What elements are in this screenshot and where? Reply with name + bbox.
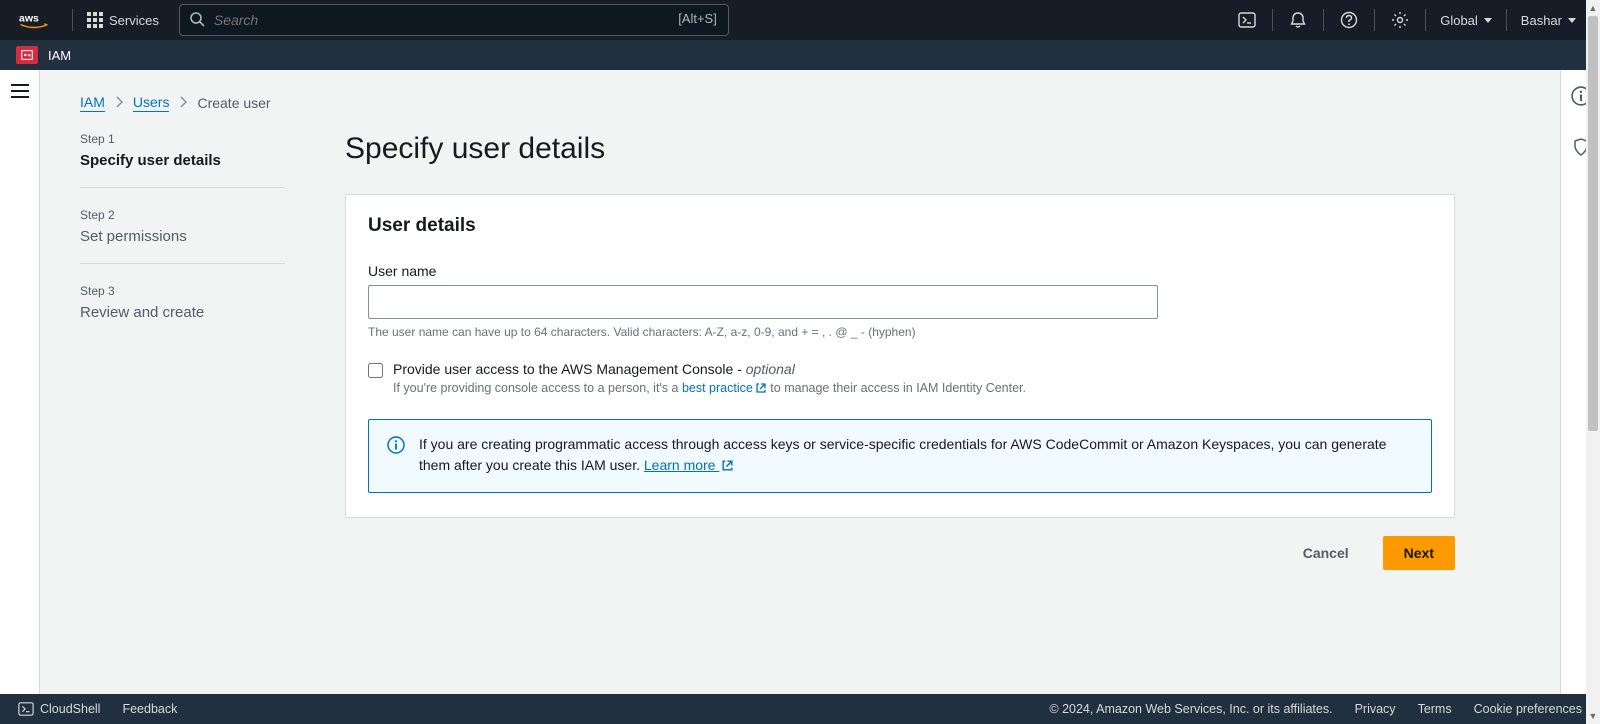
step-title: Review and create (80, 304, 285, 321)
scroll-down-icon[interactable]: ▼ (1586, 708, 1600, 724)
step-number: Step 2 (80, 208, 285, 222)
notifications-icon-button[interactable] (1277, 5, 1319, 35)
breadcrumb-iam[interactable]: IAM (80, 94, 105, 112)
nav-divider (1506, 9, 1507, 31)
wizard-step-3[interactable]: Step 3 Review and create (80, 264, 285, 340)
console-access-checkbox[interactable] (368, 363, 383, 378)
footer: CloudShell Feedback © 2024, Amazon Web S… (0, 694, 1600, 724)
settings-icon-button[interactable] (1379, 5, 1421, 35)
best-practice-link[interactable]: best practice (682, 381, 767, 395)
footer-terms[interactable]: Terms (1418, 702, 1452, 716)
username-input[interactable] (368, 285, 1158, 319)
next-button[interactable]: Next (1383, 536, 1455, 570)
cancel-button[interactable]: Cancel (1283, 536, 1369, 570)
nav-divider (1323, 9, 1324, 31)
main-content: IAM Users Create user Step 1 Specify use… (40, 70, 1560, 694)
step-title: Specify user details (80, 152, 285, 169)
service-name[interactable]: IAM (48, 48, 71, 63)
service-bar: IAM (0, 40, 1600, 70)
info-alert: If you are creating programmatic access … (368, 419, 1432, 493)
aws-logo[interactable]: aws (14, 11, 54, 29)
nav-divider (1374, 9, 1375, 31)
nav-divider (72, 9, 73, 31)
breadcrumb: IAM Users Create user (80, 94, 1520, 112)
wizard-actions: Cancel Next (345, 536, 1455, 570)
side-nav-toggle[interactable] (11, 84, 29, 98)
help-icon-button[interactable] (1328, 5, 1370, 35)
panel-title: User details (368, 215, 1432, 237)
console-access-label: Provide user access to the AWS Managemen… (393, 361, 1026, 377)
scroll-up-icon[interactable]: ▲ (1586, 0, 1600, 16)
svg-text:aws: aws (19, 13, 39, 25)
footer-cloudshell-label: CloudShell (40, 702, 100, 716)
step-number: Step 3 (80, 284, 285, 298)
services-label: Services (109, 13, 159, 28)
console-access-help: If you're providing console access to a … (393, 381, 1026, 397)
footer-feedback[interactable]: Feedback (122, 702, 177, 716)
footer-privacy[interactable]: Privacy (1355, 702, 1396, 716)
nav-divider (1425, 9, 1426, 31)
external-link-icon (721, 457, 734, 478)
caret-down-icon (1484, 18, 1492, 23)
wizard-step-2[interactable]: Step 2 Set permissions (80, 188, 285, 264)
scroll-thumb[interactable] (1588, 16, 1598, 431)
external-link-icon (755, 382, 767, 397)
breadcrumb-current: Create user (197, 95, 270, 111)
user-details-panel: User details User name The user name can… (345, 194, 1455, 518)
cloudshell-icon-button[interactable] (1226, 5, 1268, 35)
services-menu[interactable]: Services (77, 6, 169, 34)
side-nav-collapsed (0, 70, 40, 694)
search-wrapper: [Alt+S] (179, 4, 729, 36)
username-help: The user name can have up to 64 characte… (368, 325, 1432, 339)
search-input[interactable] (179, 4, 729, 36)
footer-copyright: © 2024, Amazon Web Services, Inc. or its… (1049, 702, 1332, 716)
username-label: User name (368, 263, 1432, 279)
learn-more-link[interactable]: Learn more (644, 457, 734, 473)
page-scrollbar[interactable]: ▲ ▼ (1586, 0, 1600, 724)
account-menu[interactable]: Bashar (1511, 7, 1586, 34)
breadcrumb-users[interactable]: Users (133, 94, 170, 112)
info-icon (387, 436, 405, 478)
region-label: Global (1440, 13, 1478, 28)
region-selector[interactable]: Global (1430, 7, 1502, 34)
wizard-steps: Step 1 Specify user details Step 2 Set p… (80, 132, 285, 570)
wizard-step-1[interactable]: Step 1 Specify user details (80, 132, 285, 188)
page-title: Specify user details (345, 132, 1455, 166)
info-text: If you are creating programmatic access … (419, 434, 1413, 478)
chevron-right-icon (179, 95, 187, 111)
step-title: Set permissions (80, 228, 285, 245)
search-shortcut: [Alt+S] (678, 11, 717, 26)
footer-cookies[interactable]: Cookie preferences (1474, 702, 1582, 716)
chevron-right-icon (115, 95, 123, 111)
search-icon (189, 11, 205, 30)
step-number: Step 1 (80, 132, 285, 146)
iam-service-icon (16, 46, 38, 64)
grid-icon (87, 12, 103, 28)
footer-cloudshell[interactable]: CloudShell (18, 701, 100, 717)
global-nav: aws Services [Alt+S] Global Bashar (0, 0, 1600, 40)
user-label: Bashar (1521, 13, 1562, 28)
nav-divider (1272, 9, 1273, 31)
caret-down-icon (1568, 18, 1576, 23)
